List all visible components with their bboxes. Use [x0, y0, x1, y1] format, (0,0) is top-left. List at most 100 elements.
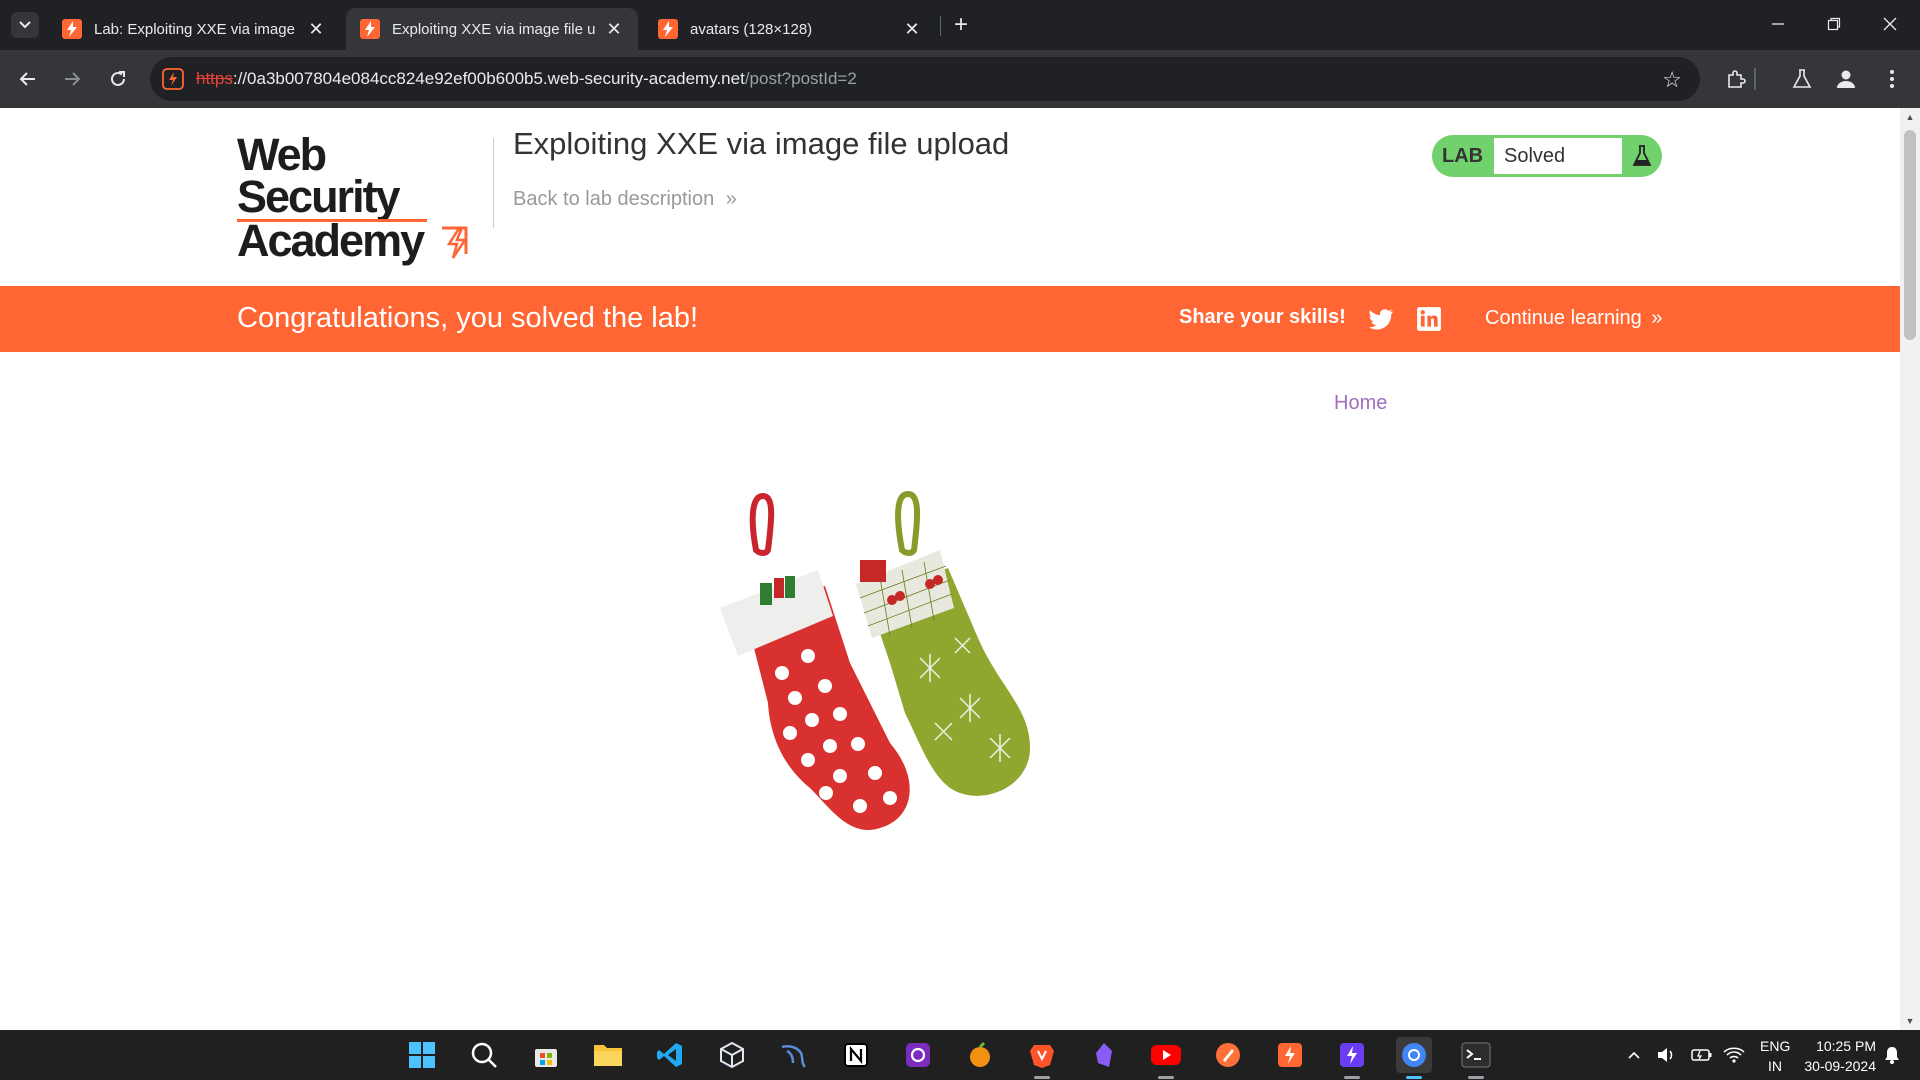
back-to-lab-link[interactable]: Back to lab description »	[513, 188, 737, 211]
volume-button[interactable]	[1654, 1037, 1678, 1073]
crystal-icon	[1096, 1043, 1112, 1067]
url-host: ://0a3b007804e084cc824e92ef00b600b5.web-…	[232, 69, 745, 88]
taskbar-vscode[interactable]	[652, 1037, 688, 1073]
restore-button[interactable]	[1812, 8, 1856, 42]
profile-icon	[1837, 70, 1855, 88]
extensions-button[interactable]	[1722, 65, 1750, 93]
taskbar-search-button[interactable]	[466, 1037, 502, 1073]
taskbar-kali[interactable]	[776, 1037, 812, 1073]
pen-icon	[1216, 1043, 1240, 1067]
taskbar-brave[interactable]	[1024, 1037, 1060, 1079]
chrome-icon	[1402, 1043, 1426, 1067]
back-link-text: Back to lab description	[513, 188, 715, 210]
tray-overflow-button[interactable]	[1624, 1037, 1644, 1073]
windows-taskbar: ENG IN 10:25 PM 30-09-2024	[0, 1030, 1920, 1080]
logo-underline	[237, 219, 427, 222]
chevron-down-icon	[19, 21, 31, 29]
burp-icon	[1278, 1043, 1302, 1067]
camera-app-icon	[906, 1043, 930, 1067]
taskbar-app-orange[interactable]	[1210, 1037, 1246, 1073]
double-chevron-right-icon: »	[1651, 307, 1663, 329]
taskbar-notion[interactable]	[838, 1037, 874, 1073]
post-image-christmas-stockings	[720, 490, 1030, 830]
scrollbar-thumb[interactable]	[1904, 130, 1916, 340]
forward-button[interactable]	[56, 63, 88, 95]
close-tab-icon[interactable]: ✕	[306, 19, 326, 40]
home-link[interactable]: Home	[1334, 392, 1387, 415]
taskbar-app-purple[interactable]	[900, 1037, 936, 1073]
tab-search-button[interactable]	[11, 12, 39, 38]
lab-label: LAB	[1442, 145, 1484, 167]
running-indicator	[1344, 1076, 1360, 1079]
page-scrollbar[interactable]: ▲ ▼	[1900, 108, 1920, 1030]
restore-icon	[1827, 17, 1841, 31]
windows-start-button[interactable]	[404, 1037, 440, 1073]
speaker-icon	[1658, 1048, 1673, 1062]
chevron-up-icon	[1628, 1051, 1640, 1059]
lightning-icon	[1340, 1043, 1364, 1067]
continue-learning-link[interactable]: Continue learning »	[1485, 307, 1662, 330]
portswigger-favicon-icon	[658, 19, 678, 39]
taskbar-file-explorer[interactable]	[590, 1037, 626, 1073]
running-indicator	[1034, 1076, 1050, 1079]
youtube-icon	[1151, 1045, 1181, 1065]
tab-lab-description[interactable]: Lab: Exploiting XXE via image fi ✕	[48, 8, 340, 50]
double-chevron-right-icon: »	[725, 188, 737, 210]
tab-title: avatars (128×128)	[690, 20, 813, 38]
system-clock[interactable]: 10:25 PM 30-09-2024	[1794, 1036, 1876, 1076]
minimize-button[interactable]	[1756, 8, 1800, 42]
cube-icon	[720, 1041, 744, 1069]
bookmark-star-icon[interactable]: ☆	[1662, 67, 1682, 93]
menu-button[interactable]	[1878, 65, 1906, 93]
labs-button[interactable]	[1788, 65, 1816, 93]
close-window-button[interactable]	[1868, 8, 1912, 42]
taskbar-youtube[interactable]	[1148, 1037, 1184, 1079]
taskbar-app-lightning[interactable]	[1334, 1037, 1370, 1079]
logo-line-1: Web Security	[237, 129, 401, 222]
vscode-icon	[657, 1043, 682, 1067]
clock-time: 10:25 PM	[1816, 1038, 1876, 1054]
tab-title: Lab: Exploiting XXE via image fi	[94, 20, 298, 38]
tab-current-post[interactable]: Exploiting XXE via image file up ✕	[346, 8, 638, 50]
taskbar-burp-suite[interactable]	[1272, 1037, 1308, 1073]
header-divider	[493, 138, 494, 228]
twitter-icon[interactable]	[1368, 306, 1394, 332]
notifications-button[interactable]	[1880, 1037, 1904, 1073]
portswigger-favicon-icon	[62, 19, 82, 39]
taskbar-chrome[interactable]	[1396, 1037, 1432, 1079]
tab-avatars[interactable]: avatars (128×128) ✕	[644, 8, 936, 50]
url-text: https://0a3b007804e084cc824e92ef00b600b5…	[196, 69, 857, 89]
scroll-up-icon[interactable]: ▲	[1904, 112, 1916, 122]
taskbar-terminal[interactable]	[1458, 1037, 1494, 1079]
address-bar[interactable]: https://0a3b007804e084cc824e92ef00b600b5…	[150, 57, 1700, 101]
terminal-icon	[1461, 1042, 1491, 1068]
lab-title: Exploiting XXE via image file upload	[513, 126, 1010, 161]
toolbar-separator	[1754, 68, 1756, 90]
tab-strip: Lab: Exploiting XXE via image fi ✕ Explo…	[0, 0, 1920, 50]
back-button[interactable]	[12, 63, 44, 95]
url-path: /post?postId=2	[744, 69, 857, 88]
new-tab-button[interactable]: +	[946, 10, 976, 40]
reload-button[interactable]	[102, 63, 134, 95]
wifi-button[interactable]	[1722, 1037, 1746, 1073]
taskbar-obsidian[interactable]	[1086, 1037, 1122, 1073]
taskbar-fl-studio[interactable]	[962, 1037, 998, 1073]
linkedin-icon[interactable]	[1416, 306, 1442, 332]
arrow-right-icon	[65, 72, 81, 86]
flask-icon	[1792, 69, 1812, 88]
scroll-down-icon[interactable]: ▼	[1904, 1016, 1916, 1026]
windows-icon	[409, 1042, 435, 1068]
taskbar-virtualbox[interactable]	[714, 1037, 750, 1073]
profile-button[interactable]	[1832, 65, 1860, 93]
active-indicator	[1406, 1076, 1422, 1079]
close-tab-icon[interactable]: ✕	[902, 19, 922, 40]
browser-toolbar: https://0a3b007804e084cc824e92ef00b600b5…	[0, 50, 1920, 108]
flask-icon	[1632, 145, 1652, 166]
portswigger-favicon-icon	[360, 19, 380, 39]
share-skills-text: Share your skills!	[1179, 306, 1346, 328]
close-tab-icon[interactable]: ✕	[604, 19, 624, 40]
battery-button[interactable]	[1690, 1037, 1714, 1073]
taskbar-store[interactable]	[528, 1037, 564, 1073]
web-security-academy-logo[interactable]: Web Security Academy	[237, 129, 487, 264]
language-indicator[interactable]: ENG IN	[1760, 1036, 1790, 1076]
